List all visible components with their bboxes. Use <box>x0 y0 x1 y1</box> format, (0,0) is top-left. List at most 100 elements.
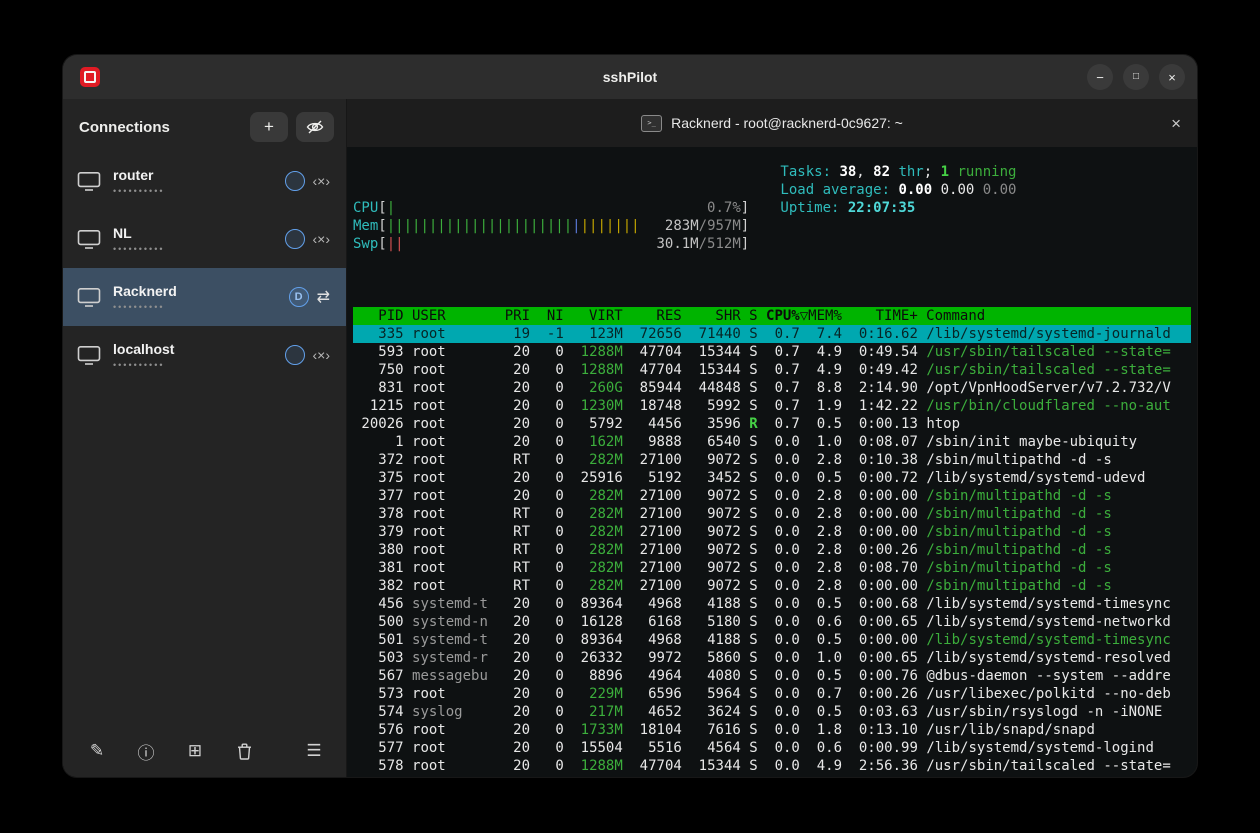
connection-item-router[interactable]: router •••••••••• ‹×› <box>63 152 346 210</box>
text-span <box>741 398 749 414</box>
cell-ni: 0 <box>538 452 563 468</box>
cell-cpu: 0.7 <box>766 326 800 342</box>
connection-item-localhost[interactable]: localhost •••••••••• ‹×› <box>63 326 346 384</box>
duplicate-connection-button[interactable]: ⊞ <box>185 741 205 761</box>
terminal-screen[interactable]: CPU[| 0.7%]Mem[|||||||||||||||||||||||||… <box>347 147 1197 777</box>
maximize-button[interactable]: □ <box>1123 64 1149 90</box>
text-span <box>682 416 690 432</box>
cell-state: S <box>749 470 757 486</box>
process-row-456[interactable]: 456 systemd-t 20 0 89364 4968 4188 S 0.0… <box>353 595 1191 613</box>
process-row-381[interactable]: 381 root RT 0 282M 27100 9072 S 0.0 2.8 … <box>353 559 1191 577</box>
hide-passwords-button[interactable] <box>296 112 334 142</box>
text-span <box>564 506 572 522</box>
bracket: ] <box>741 200 749 216</box>
cell-command: /lib/systemd/systemd-networkd <box>926 614 1170 630</box>
text-span <box>496 506 504 522</box>
stats-segment: 38 <box>839 164 856 180</box>
disconnected-icon: ‹×› <box>313 347 331 363</box>
status-badge: D <box>289 287 309 307</box>
stats-line: Tasks: 38, 82 thr; 1 running <box>780 163 1016 181</box>
cell-cpu: 0.7 <box>766 398 800 414</box>
delete-connection-button[interactable] <box>234 741 254 761</box>
minimize-button[interactable]: − <box>1087 64 1113 90</box>
cell-mem: 1.0 <box>808 650 842 666</box>
text-span <box>682 398 690 414</box>
meter-value: 30.1M <box>656 236 698 252</box>
text-span <box>741 524 749 540</box>
text-span <box>741 560 749 576</box>
cell-user: root <box>412 506 496 522</box>
text-span <box>564 452 572 468</box>
meter-ticks: | <box>572 218 580 234</box>
text-span <box>623 380 631 396</box>
process-row-380[interactable]: 380 root RT 0 282M 27100 9072 S 0.0 2.8 … <box>353 541 1191 559</box>
process-row-831[interactable]: 831 root 20 0 260G 85944 44848 S 0.7 8.8… <box>353 379 1191 397</box>
cell-command: /sbin/init maybe-ubiquity <box>926 434 1137 450</box>
process-row-577[interactable]: 577 root 20 0 15504 5516 4564 S 0.0 0.6 … <box>353 739 1191 757</box>
cell-res: 27100 <box>631 524 682 540</box>
process-row-578[interactable]: 578 root 20 0 1288M 47704 15344 S 0.0 4.… <box>353 757 1191 775</box>
process-row-377[interactable]: 377 root 20 0 282M 27100 9072 S 0.0 2.8 … <box>353 487 1191 505</box>
process-row-503[interactable]: 503 systemd-r 20 0 26332 9972 5860 S 0.0… <box>353 649 1191 667</box>
cell-shr: 4188 <box>690 632 741 648</box>
text-span <box>682 596 690 612</box>
process-row-579[interactable]: 579 root 20 0 383M 9704 7788 S 0.0 1.0 0… <box>353 775 1191 777</box>
cell-res: 72656 <box>631 326 682 342</box>
process-table-header[interactable]: PID USER PRI NI VIRT RES SHR S CPU%▽MEM%… <box>353 307 1191 325</box>
tab-close-button[interactable]: × <box>1171 115 1181 132</box>
process-row-501[interactable]: 501 systemd-t 20 0 89364 4968 4188 S 0.0… <box>353 631 1191 649</box>
text-span <box>404 632 412 648</box>
process-row-574[interactable]: 574 syslog 20 0 217M 4652 3624 S 0.0 0.5… <box>353 703 1191 721</box>
close-button[interactable]: × <box>1159 64 1185 90</box>
process-row-382[interactable]: 382 root RT 0 282M 27100 9072 S 0.0 2.8 … <box>353 577 1191 595</box>
cell-ni: 0 <box>538 434 563 450</box>
cell-virt: 123M <box>572 326 623 342</box>
cell-shr: 9072 <box>690 488 741 504</box>
connection-password-dots: •••••••••• <box>113 245 165 253</box>
process-row-567[interactable]: 567 messagebu 20 0 8896 4964 4080 S 0.0 … <box>353 667 1191 685</box>
process-row-372[interactable]: 372 root RT 0 282M 27100 9072 S 0.0 2.8 … <box>353 451 1191 469</box>
menu-button[interactable]: ☰ <box>304 741 324 761</box>
edit-connection-button[interactable]: ✎ <box>87 741 107 761</box>
text-span <box>496 452 504 468</box>
cell-command: /sbin/multipathd -d -s <box>926 542 1111 558</box>
info-button[interactable]: ⓘ <box>136 741 156 761</box>
cell-pid: 456 <box>353 596 404 612</box>
terminal-tab-bar[interactable]: >_ Racknerd - root@racknerd-0c9627: ~ × <box>347 99 1197 147</box>
process-row-576[interactable]: 576 root 20 0 1733M 18104 7616 S 0.0 1.8… <box>353 721 1191 739</box>
connection-item-racknerd[interactable]: Racknerd •••••••••• D ⇄ <box>63 268 346 326</box>
text-span <box>741 416 749 432</box>
cell-pri: RT <box>505 524 530 540</box>
cell-ni: 0 <box>538 650 563 666</box>
process-row-379[interactable]: 379 root RT 0 282M 27100 9072 S 0.0 2.8 … <box>353 523 1191 541</box>
text-span <box>741 542 749 558</box>
process-row-335[interactable]: 335 root 19 -1 123M 72656 71440 S 0.7 7.… <box>353 325 1191 343</box>
bracket: [ <box>378 200 386 216</box>
cell-cpu: 0.0 <box>766 452 800 468</box>
cell-res: 27100 <box>631 506 682 522</box>
title-bar[interactable]: sshPilot − □ × <box>63 55 1197 99</box>
process-row-375[interactable]: 375 root 20 0 25916 5192 3452 S 0.0 0.5 … <box>353 469 1191 487</box>
process-row-20026[interactable]: 20026 root 20 0 5792 4456 3596 R 0.7 0.5… <box>353 415 1191 433</box>
connections-list: router •••••••••• ‹×› NL •••••••••• ‹×› … <box>63 152 346 729</box>
process-row-378[interactable]: 378 root RT 0 282M 27100 9072 S 0.0 2.8 … <box>353 505 1191 523</box>
cell-cpu: 0.7 <box>766 380 800 396</box>
process-row-573[interactable]: 573 root 20 0 229M 6596 5964 S 0.0 0.7 0… <box>353 685 1191 703</box>
text-span <box>741 380 749 396</box>
add-connection-button[interactable]: + <box>250 112 288 142</box>
process-row-1215[interactable]: 1215 root 20 0 1230M 18748 5992 S 0.7 1.… <box>353 397 1191 415</box>
cell-state: S <box>749 452 757 468</box>
cell-time: 0:00.72 <box>850 470 917 486</box>
process-row-1[interactable]: 1 root 20 0 162M 9888 6540 S 0.0 1.0 0:0… <box>353 433 1191 451</box>
process-row-593[interactable]: 593 root 20 0 1288M 47704 15344 S 0.7 4.… <box>353 343 1191 361</box>
text-span <box>623 488 631 504</box>
cell-virt: 8896 <box>572 668 623 684</box>
text-span <box>404 740 412 756</box>
stats-segment: Tasks: <box>780 164 839 180</box>
connection-item-nl[interactable]: NL •••••••••• ‹×› <box>63 210 346 268</box>
cell-state: S <box>749 560 757 576</box>
cell-user: root <box>412 344 496 360</box>
process-row-500[interactable]: 500 systemd-n 20 0 16128 6168 5180 S 0.0… <box>353 613 1191 631</box>
cell-time: 0:00.76 <box>850 668 917 684</box>
process-row-750[interactable]: 750 root 20 0 1288M 47704 15344 S 0.7 4.… <box>353 361 1191 379</box>
